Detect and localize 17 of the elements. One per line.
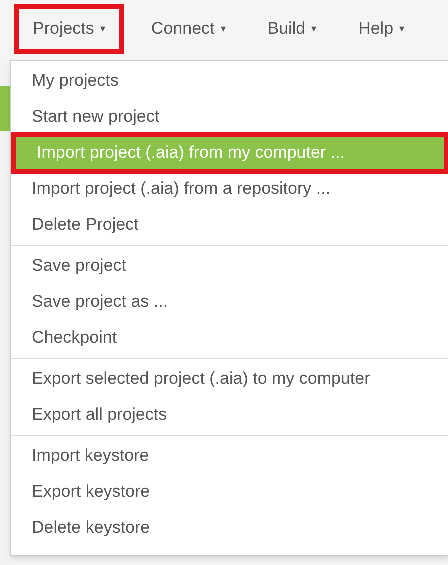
menu-button[interactable]: Projects ▾ <box>14 4 124 54</box>
menu-button[interactable]: Connect ▾ <box>136 9 241 49</box>
menu-button[interactable]: Help ▾ <box>344 9 420 49</box>
menu-item[interactable]: Save project as ... <box>11 284 448 320</box>
menu-item[interactable]: Import project (.aia) from a repository ... <box>11 171 448 207</box>
menu-item[interactable]: Export all projects <box>11 397 448 433</box>
menu-item[interactable]: Start new project <box>11 99 448 135</box>
menu-item[interactable]: Export selected project (.aia) to my computer <box>11 361 448 397</box>
menu-item[interactable]: Delete Project <box>11 207 448 243</box>
menu-button[interactable]: Build ▾ <box>252 9 332 49</box>
menu-item[interactable]: My projects <box>11 63 448 99</box>
menu-item[interactable]: Checkpoint <box>11 320 448 356</box>
menu-item[interactable]: Import keystore <box>11 438 448 474</box>
menu-item[interactable]: Delete keystore <box>11 510 448 546</box>
menu-item[interactable]: Export keystore <box>11 474 448 510</box>
menu-item[interactable]: Save project <box>11 248 448 284</box>
panel-edge <box>0 86 10 131</box>
